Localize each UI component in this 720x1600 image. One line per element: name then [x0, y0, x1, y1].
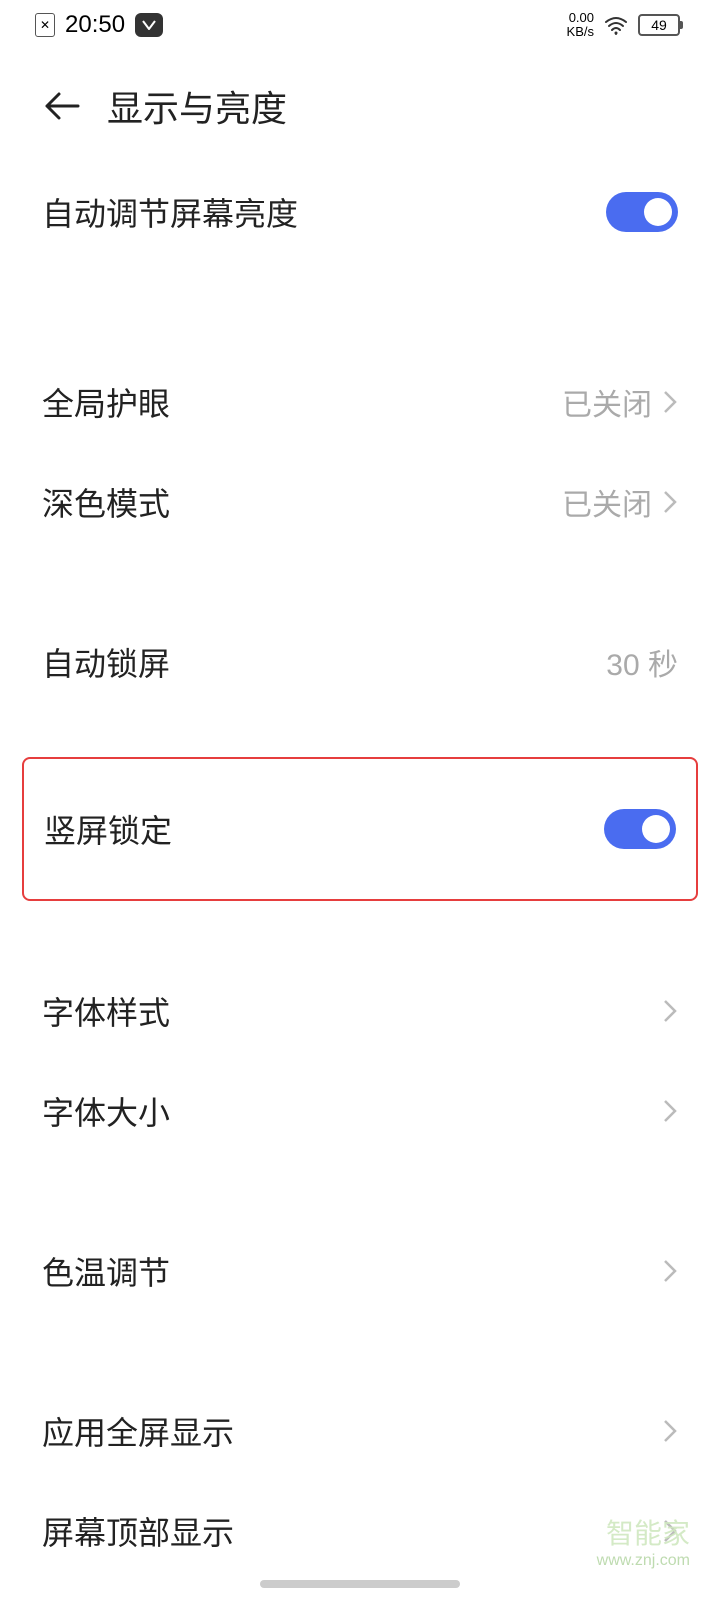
font-style-label: 字体样式 [42, 988, 170, 1034]
status-time: 20:50 [65, 11, 125, 39]
fullscreen-apps-row[interactable]: 应用全屏显示 [0, 1381, 720, 1481]
color-temp-row[interactable]: 色温调节 [0, 1221, 720, 1321]
portrait-lock-toggle[interactable] [604, 809, 676, 849]
wifi-icon [604, 15, 628, 35]
auto-brightness-label: 自动调节屏幕亮度 [42, 189, 298, 235]
status-left: ✕ 20:50 [35, 11, 163, 39]
dark-mode-row[interactable]: 深色模式 已关闭 [0, 452, 720, 552]
status-bar: ✕ 20:50 0.00 KB/s 49 [0, 0, 720, 50]
auto-lock-value: 30 秒 [606, 640, 678, 684]
eye-comfort-value: 已关闭 [562, 380, 678, 424]
font-style-row[interactable]: 字体样式 [0, 961, 720, 1061]
card-close-icon: ✕ [35, 13, 55, 37]
battery-icon: 49 [638, 14, 680, 36]
page-header: 显示与亮度 [0, 50, 720, 162]
portrait-lock-label: 竖屏锁定 [44, 806, 172, 852]
settings-list: 自动调节屏幕亮度 全局护眼 已关闭 深色模式 已关闭 自动锁屏 30 秒 竖 [0, 162, 720, 1581]
eye-comfort-row[interactable]: 全局护眼 已关闭 [0, 352, 720, 452]
back-button[interactable] [42, 86, 82, 126]
eye-comfort-label: 全局护眼 [42, 379, 170, 425]
auto-brightness-row[interactable]: 自动调节屏幕亮度 [0, 162, 720, 262]
portrait-lock-row[interactable]: 竖屏锁定 [24, 759, 696, 899]
chevron-right-icon [662, 388, 678, 416]
portrait-lock-highlight: 竖屏锁定 [22, 757, 698, 901]
net-speed-indicator: 0.00 KB/s [567, 11, 594, 40]
watermark: 智能家 www.znj.com [597, 1517, 690, 1570]
dark-mode-label: 深色模式 [42, 479, 170, 525]
status-right: 0.00 KB/s 49 [567, 11, 680, 40]
chevron-right-icon [662, 997, 678, 1025]
chevron-right-icon [662, 1417, 678, 1445]
auto-lock-row[interactable]: 自动锁屏 30 秒 [0, 612, 720, 712]
home-indicator[interactable] [260, 1580, 460, 1588]
fullscreen-apps-label: 应用全屏显示 [42, 1408, 234, 1454]
screen-top-display-label: 屏幕顶部显示 [42, 1508, 234, 1554]
color-temp-label: 色温调节 [42, 1248, 170, 1294]
app-drawer-icon [135, 13, 163, 37]
page-title: 显示与亮度 [107, 80, 287, 132]
auto-brightness-toggle[interactable] [606, 192, 678, 232]
chevron-right-icon [662, 1097, 678, 1125]
chevron-right-icon [662, 488, 678, 516]
dark-mode-value: 已关闭 [562, 480, 678, 524]
font-size-row[interactable]: 字体大小 [0, 1061, 720, 1161]
chevron-right-icon [662, 1257, 678, 1285]
font-size-label: 字体大小 [42, 1088, 170, 1134]
auto-lock-label: 自动锁屏 [42, 639, 170, 685]
